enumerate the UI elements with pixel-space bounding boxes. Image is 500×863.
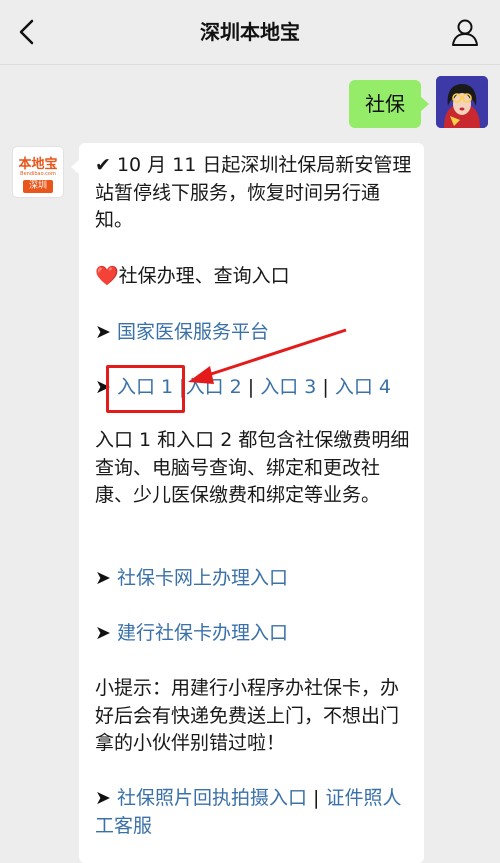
link-entry-2[interactable]: 入口 2 [186,376,242,398]
notice-text: ✔ 10 月 11 日起深圳社保局新安管理站暂停线下服务，恢复时间另行通知。 [95,154,412,231]
arrow-icon: ➤ [95,321,111,343]
logo-city-badge: 深圳 [23,180,53,193]
heart-icon: ❤️ [95,265,119,287]
link-photo-receipt[interactable]: 社保照片回执拍摄入口 [117,787,307,809]
nav-bar: 深圳本地宝 [0,0,500,65]
arrow-icon: ➤ [95,787,111,809]
link-national-platform[interactable]: 国家医保服务平台 [117,321,269,343]
chevron-left-icon[interactable] [12,16,44,48]
bot-avatar[interactable]: 本地宝 Bendibao.com 深圳 [12,146,64,198]
logo-url: Bendibao.com [20,171,56,177]
user-avatar[interactable] [436,76,488,128]
user-message-bubble: 社保 [349,80,429,128]
section-title: 社保办理、查询入口 [118,265,290,287]
link-row-national: ➤ 国家医保服务平台 [95,319,415,347]
avatar-illustration [436,76,488,128]
page-title: 深圳本地宝 [200,20,300,44]
bot-message-bubble: ✔ 10 月 11 日起深圳社保局新安管理站暂停线下服务，恢复时间另行通知。 ❤… [71,143,424,863]
tip-text: 小提示：用建行小程序办社保卡，办好后会有快递免费送上门，不想出门拿的小伙伴别错过… [95,677,400,754]
link-row-photo: ➤ 社保照片回执拍摄入口 | 证件照人工客服 [95,785,415,840]
link-entry-3[interactable]: 入口 3 [260,376,316,398]
separator: | [313,787,320,809]
entries-description: 入口 1 和入口 2 都包含社保缴费明细查询、电脑号查询、绑定和更改社康、少儿医… [95,429,410,506]
link-ccb-card[interactable]: 建行社保卡办理入口 [117,622,288,644]
annotation-highlight-box [106,365,185,413]
separator: | [322,376,329,398]
link-row-ccb-card: ➤ 建行社保卡办理入口 [95,620,415,648]
separator: | [247,376,255,398]
link-entry-4[interactable]: 入口 4 [335,376,391,398]
logo-text: 本地宝 [18,157,58,172]
user-message-text: 社保 [365,92,405,116]
arrow-icon: ➤ [95,567,111,589]
person-icon[interactable] [450,17,480,47]
section-heading: ❤️社保办理、查询入口 [95,263,415,291]
link-card-online[interactable]: 社保卡网上办理入口 [117,567,288,589]
arrow-icon: ➤ [95,622,111,644]
link-row-card-online: ➤ 社保卡网上办理入口 [95,565,415,593]
